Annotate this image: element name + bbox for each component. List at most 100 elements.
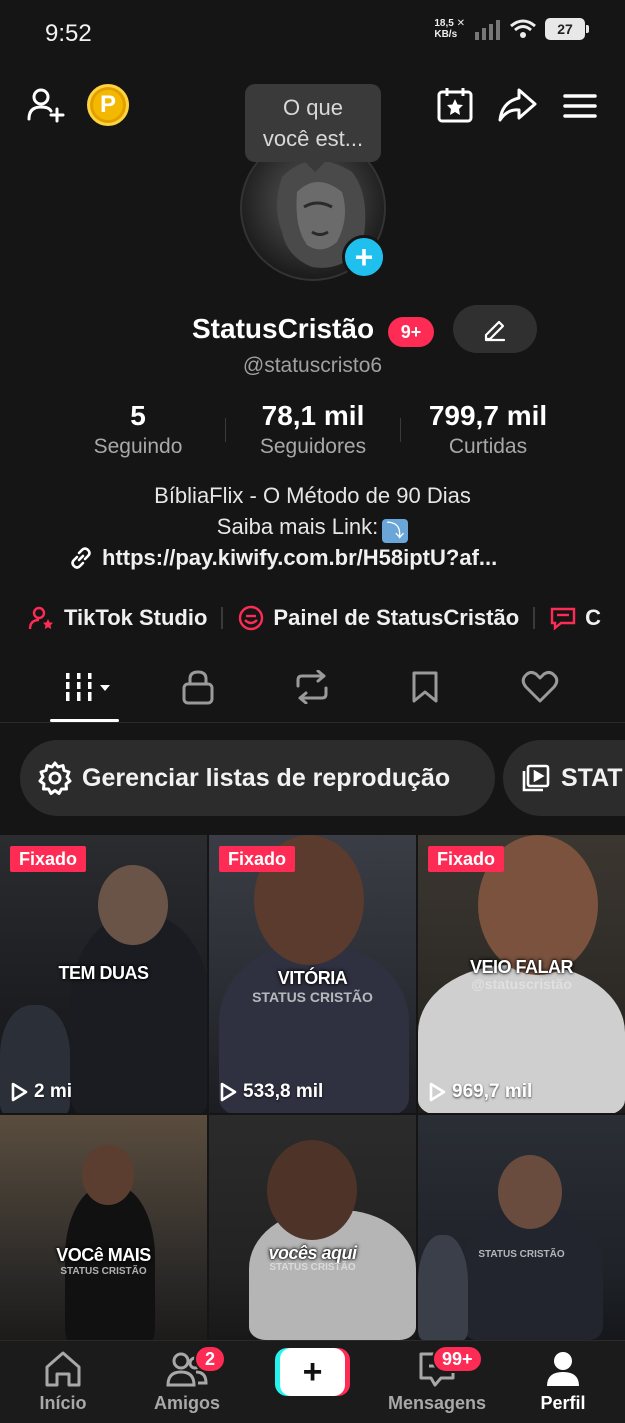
add-friend-icon[interactable] <box>22 82 68 128</box>
playlist-chip[interactable]: STAT <box>503 740 625 816</box>
pinned-badge: Fixado <box>428 846 505 872</box>
add-avatar-button[interactable]: + <box>342 235 386 279</box>
profile-username: StatusCristão <box>192 313 375 344</box>
network-speed: 18,5 ✕ KB/s <box>434 18 465 40</box>
nav-home[interactable]: Início <box>8 1349 118 1414</box>
status-prompt-tooltip[interactable]: O que você est... <box>245 84 381 172</box>
bookmark-icon <box>412 671 438 703</box>
friends-badge: 2 <box>194 1345 226 1373</box>
playlist-icon <box>522 764 550 792</box>
dashboard-icon <box>239 605 264 631</box>
coins-icon[interactable]: P <box>87 84 129 126</box>
view-count-text: 2 mi <box>34 1081 73 1102</box>
grid-bars-icon <box>66 673 110 701</box>
calendar-star-icon[interactable] <box>434 84 476 126</box>
video-overlay-text-value: VOCê MAIS <box>56 1245 151 1265</box>
net-speed-unit: KB/s <box>434 29 458 40</box>
view-count-text: 969,7 mil <box>452 1081 533 1102</box>
nav-friends[interactable]: 2 Amigos <box>132 1345 242 1414</box>
shortcut-tiktok-studio-label: TikTok Studio <box>64 605 208 630</box>
status-bar: 9:52 18,5 ✕ KB/s 27 <box>0 0 625 70</box>
shortcut-dashboard[interactable]: Painel de StatusCristão <box>237 604 519 632</box>
person-star-icon <box>28 606 53 630</box>
tab-liked[interactable] <box>510 665 570 709</box>
bottom-navigation: Início 2 Amigos + 99+ Mensagens Perfil <box>0 1340 625 1423</box>
pinned-badge: Fixado <box>219 846 296 872</box>
battery-indicator: 27 <box>545 18 589 40</box>
signal-icon <box>475 20 500 40</box>
video-thumbnail[interactable]: STATUS CRISTÃO <box>418 1115 625 1340</box>
wifi-icon <box>510 19 536 38</box>
speaker-head <box>82 1145 134 1205</box>
video-thumbnail[interactable]: Fixado VEIO FALAR @statuscristão 969,7 m… <box>418 835 625 1113</box>
video-overlay-subtext: STATUS CRISTÃO <box>478 1249 565 1260</box>
stat-likes[interactable]: 799,7 mil Curtidas <box>415 400 561 459</box>
video-overlay-text: TEM DUAS <box>58 963 150 983</box>
stat-following-value: 5 <box>130 400 146 431</box>
stat-likes-value: 799,7 mil <box>428 400 548 431</box>
nav-inbox[interactable]: 99+ Mensagens <box>382 1345 492 1414</box>
manage-playlists-label: Gerenciar listas de reprodução <box>82 763 451 792</box>
manage-playlists-button[interactable]: Gerenciar listas de reprodução <box>20 740 495 816</box>
shortcut-dashboard-label: Painel de StatusCristão <box>273 605 520 630</box>
stat-following[interactable]: 5 Seguindo <box>78 400 198 459</box>
profile-icon <box>547 1352 579 1386</box>
nav-profile[interactable]: Perfil <box>508 1349 618 1414</box>
video-thumbnail[interactable]: vocês aqui STATUS CRISTÃO <box>209 1115 416 1340</box>
video-overlay-subtext: STATUS CRISTÃO <box>60 1266 147 1277</box>
shortcut-tiktok-studio[interactable]: TikTok Studio <box>28 605 207 631</box>
create-button[interactable]: + <box>275 1348 350 1396</box>
play-icon <box>429 1082 446 1102</box>
lock-icon <box>182 670 214 705</box>
edit-profile-button[interactable] <box>453 305 537 353</box>
speaker-head <box>98 865 168 945</box>
net-speed-value: 18,5 <box>434 18 454 29</box>
speaker-figure <box>70 915 207 1113</box>
nav-profile-label: Perfil <box>540 1393 586 1413</box>
pencil-icon <box>484 320 506 342</box>
gear-icon <box>38 761 72 795</box>
video-thumbnail[interactable]: VOCê MAIS STATUS CRISTÃO <box>0 1115 207 1340</box>
stat-followers-label: Seguidores <box>259 435 367 458</box>
video-overlay-text: vocês aqui <box>268 1243 357 1263</box>
profile-shortcuts: TikTok Studio Painel de StatusCristão C <box>28 598 625 638</box>
menu-icon[interactable] <box>560 86 600 126</box>
nav-friends-label: Amigos <box>153 1393 220 1413</box>
shortcut-chat[interactable]: C <box>549 605 601 631</box>
active-tab-indicator <box>50 719 119 722</box>
stat-followers[interactable]: 78,1 mil Seguidores <box>240 400 386 459</box>
name-row: StatusCristão 9+ <box>0 305 625 355</box>
bio-line-1: BíbliaFlix - O Método de 90 Dias <box>154 483 471 508</box>
bio-link[interactable]: https://pay.kiwify.com.br/H58iptU?af... <box>68 545 497 571</box>
repost-icon <box>296 670 328 704</box>
shortcut-divider <box>221 607 224 629</box>
play-icon <box>11 1082 28 1102</box>
inbox-badge: 99+ <box>432 1345 483 1373</box>
link-icon <box>71 547 91 569</box>
tab-reposts[interactable] <box>282 665 342 709</box>
video-overlay-subtext: STATUS CRISTÃO <box>269 1262 356 1273</box>
plus-icon: + <box>280 1348 345 1396</box>
speaker-head <box>267 1140 357 1240</box>
video-overlay-subtext: STATUS CRISTÃO <box>252 989 373 1005</box>
playlist-chips: Gerenciar listas de reprodução STAT <box>20 740 625 816</box>
tab-favorites[interactable] <box>395 665 455 709</box>
stat-divider <box>225 418 226 442</box>
view-count: 533,8 mil <box>219 1081 323 1103</box>
video-overlay-text: VEIO FALAR <box>469 957 574 977</box>
stat-likes-label: Curtidas <box>448 435 528 458</box>
video-thumbnail[interactable]: Fixado VITÓRIA STATUS CRISTÃO 533,8 mil <box>209 835 416 1113</box>
arrow-down-emoji-icon: ⤵ <box>382 519 409 543</box>
video-thumbnail[interactable]: Fixado TEM DUAS 2 mi <box>0 835 207 1113</box>
view-count: 969,7 mil <box>428 1081 532 1103</box>
share-icon[interactable] <box>496 84 538 126</box>
nav-inbox-label: Mensagens <box>387 1393 487 1413</box>
tab-videos[interactable] <box>58 665 118 709</box>
shortcut-divider <box>533 607 536 629</box>
profile-handle: @statuscristo6 <box>242 354 383 377</box>
notification-badge[interactable]: 9+ <box>388 317 434 347</box>
tab-private[interactable] <box>168 665 228 709</box>
video-overlay-subtext: @statuscristão <box>471 976 572 992</box>
chat-icon <box>550 607 576 631</box>
view-count: 2 mi <box>10 1081 72 1103</box>
